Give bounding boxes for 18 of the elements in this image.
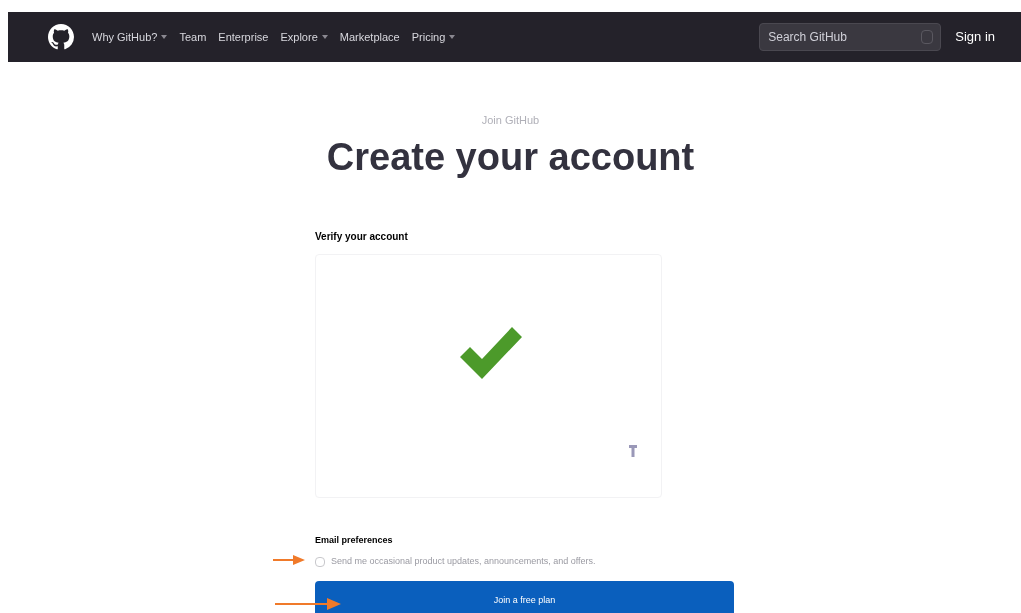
nav-link[interactable]: Team <box>179 28 207 46</box>
octocat-logo-icon[interactable] <box>48 24 74 50</box>
nav-link[interactable]: Marketplace <box>339 28 400 46</box>
nav-link[interactable]: Pricing <box>411 28 456 46</box>
nav-link[interactable]: Why GitHub? <box>92 28 168 46</box>
sign-in-link[interactable]: Sign in <box>955 27 995 47</box>
search-field[interactable]: Search GitHub <box>759 23 942 51</box>
verify-label: Verify your account <box>315 229 409 244</box>
page-title: Create your account <box>326 134 695 179</box>
email-preferences-label: Email preferences <box>315 533 394 547</box>
join-free-plan-button[interactable]: Join a free plan <box>315 580 734 613</box>
nav-link[interactable]: Enterprise <box>218 28 269 46</box>
checkbox[interactable] <box>315 556 325 567</box>
arrow-icon <box>273 554 305 566</box>
page-eyebrow: Join GitHub <box>481 113 540 128</box>
arrow-icon <box>275 596 341 611</box>
nav-link[interactable]: Explore <box>280 28 328 46</box>
updates-option-label: Send me occasional product updates, announcements, and offers. <box>331 555 596 568</box>
